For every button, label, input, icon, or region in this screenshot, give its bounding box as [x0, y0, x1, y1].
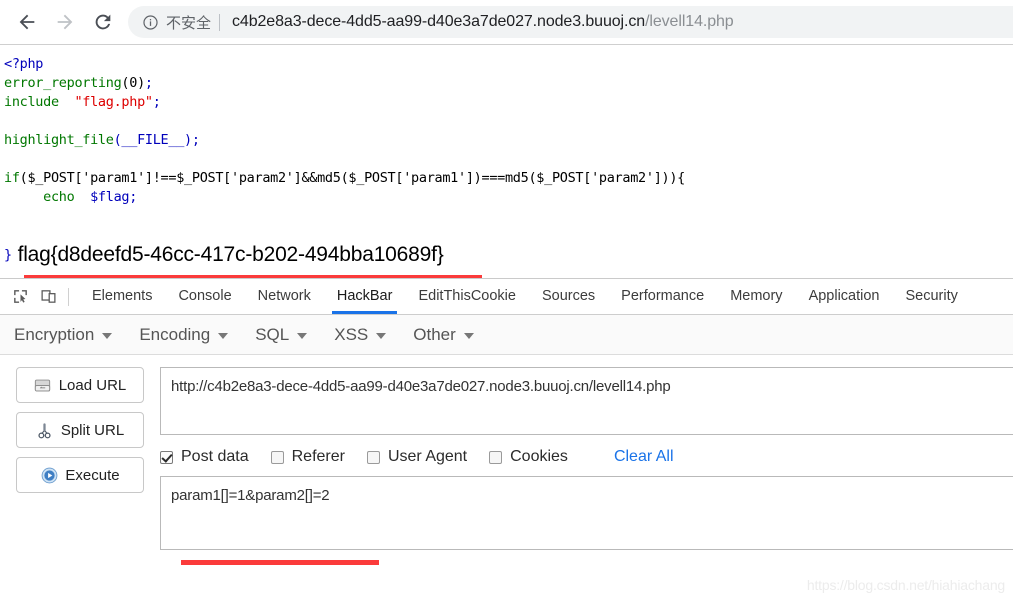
execute-button[interactable]: Execute [16, 457, 144, 493]
php-args-error-reporting: (0) [121, 75, 145, 91]
php-str-flagphp: "flag.php" [74, 94, 153, 110]
url-host: c4b2e8a3-dece-4dd5-aa99-d40e3a7de027.nod… [232, 13, 646, 30]
cookies-label: Cookies [510, 448, 568, 465]
tab-elements[interactable]: Elements [79, 279, 165, 314]
split-url-label: Split URL [60, 421, 125, 439]
url-path: /levell14.php [645, 13, 734, 30]
split-url-button[interactable]: Split URL [16, 412, 144, 448]
user-agent-checkbox[interactable] [366, 450, 380, 464]
menu-xss-label: XSS [334, 324, 369, 344]
post-data-input[interactable] [160, 476, 1013, 550]
flag-output-line: } flag{d8deefd5-46cc-417c-b202-494bba106… [4, 243, 444, 267]
hackbar-menubar: Encryption Encoding SQL XSS Other [0, 315, 1013, 355]
hackbar-body: Load URL Split URL Execute http://c4b2e8… [0, 355, 1013, 601]
tab-console[interactable]: Console [165, 279, 244, 314]
php-kw-echo: echo [43, 189, 75, 205]
php-kw-include: include [4, 94, 59, 110]
cookies-checkbox[interactable] [489, 450, 503, 464]
chevron-down-icon [218, 333, 229, 339]
menu-encryption[interactable]: Encryption [14, 324, 113, 345]
execute-label: Execute [65, 466, 120, 484]
php-semi-2: ; [152, 94, 161, 110]
php-semi-1: ; [144, 75, 153, 91]
reload-button[interactable] [84, 3, 122, 41]
chevron-down-icon [463, 333, 474, 339]
php-kw-if: if [4, 170, 20, 186]
php-semi-4: ; [129, 189, 138, 205]
php-semi-3: ; [191, 132, 200, 148]
toggle-device-toolbar-button[interactable] [34, 283, 62, 311]
tab-performance[interactable]: Performance [608, 279, 717, 314]
chevron-down-icon [376, 333, 387, 339]
inspect-element-button[interactable] [6, 283, 34, 311]
device-toolbar-icon [40, 290, 56, 303]
menu-xss[interactable]: XSS [334, 324, 387, 345]
omnibox-divider [219, 13, 221, 31]
post-data-checkbox[interactable] [160, 450, 173, 464]
play-icon [40, 466, 58, 484]
flag-value: flag{d8deefd5-46cc-417c-b202-494bba10689… [17, 243, 444, 266]
reload-icon [95, 14, 111, 30]
menu-other[interactable]: Other [413, 325, 474, 345]
php-close-brace: } [4, 247, 12, 263]
clear-all-link[interactable]: Clear All [614, 448, 674, 466]
address-bar-url: c4b2e8a3-dece-4dd5-aa99-d40e3a7de027.nod… [232, 13, 734, 31]
url-input[interactable] [160, 367, 1013, 435]
hackbar-options-row: Post data Referer User Agent Cookies Cle… [160, 448, 1013, 466]
info-circle-icon[interactable] [142, 14, 159, 31]
hackbar-main-row: Load URL Split URL Execute http://c4b2e8… [0, 367, 1013, 550]
tab-editthiscookie[interactable]: EditThisCookie [405, 279, 529, 314]
menu-encryption-label: Encryption [14, 324, 95, 344]
php-args-highlight-file: (__FILE__) [113, 132, 193, 148]
php-if-expression: ($_POST['param1']!==$_POST['param2']&&md… [19, 170, 686, 186]
back-button[interactable] [8, 3, 46, 41]
option-referer[interactable]: Referer [270, 448, 345, 466]
devtools-toolbar-divider [68, 287, 69, 306]
hackbar-action-buttons: Load URL Split URL Execute [0, 367, 160, 502]
tab-memory[interactable]: Memory [717, 279, 795, 314]
devtools-panel: Elements Console Network HackBar EditThi… [0, 278, 1013, 602]
security-status-label: 不安全 [166, 14, 212, 32]
load-url-button[interactable]: Load URL [16, 367, 144, 403]
tab-hackbar[interactable]: HackBar [324, 279, 406, 314]
tab-security[interactable]: Security [893, 279, 971, 314]
post-data-label: Post data [181, 448, 249, 465]
php-source-code: <?php error_reporting(0); include "flag.… [4, 55, 1013, 207]
back-arrow-icon [19, 14, 35, 30]
php-fn-highlight-file: highlight_file [4, 132, 114, 148]
referer-checkbox[interactable] [270, 450, 284, 464]
php-var-flag: $flag [90, 189, 130, 205]
menu-encoding-label: Encoding [139, 324, 211, 344]
chevron-down-icon [102, 333, 113, 339]
user-agent-label: User Agent [387, 448, 468, 465]
php-fn-error-reporting: error_reporting [4, 75, 122, 91]
load-url-icon [34, 376, 52, 394]
chevron-down-icon [297, 333, 308, 339]
menu-other-label: Other [413, 324, 456, 344]
tab-network[interactable]: Network [245, 279, 324, 314]
page-content-php-source: <?php error_reporting(0); include "flag.… [0, 45, 1013, 278]
hackbar-fields: Post data Referer User Agent Cookies C [160, 367, 1013, 550]
scissors-icon [36, 421, 54, 439]
post-data-red-underline-annotation [181, 560, 379, 565]
tab-application[interactable]: Application [796, 279, 893, 314]
devtools-tabbar: Elements Console Network HackBar EditThi… [0, 279, 1013, 315]
inspect-cursor-icon [13, 290, 27, 303]
referer-label: Referer [291, 448, 345, 465]
php-open-tag: <?php [4, 56, 44, 72]
forward-arrow-icon [57, 14, 73, 30]
browser-toolbar: 不安全 c4b2e8a3-dece-4dd5-aa99-d40e3a7de027… [0, 0, 1013, 45]
watermark-text: https://blog.csdn.net/hiahiachang [806, 577, 1005, 593]
load-url-label: Load URL [58, 376, 127, 394]
option-cookies[interactable]: Cookies [489, 448, 568, 466]
address-bar[interactable]: 不安全 c4b2e8a3-dece-4dd5-aa99-d40e3a7de027… [128, 6, 1013, 38]
option-post-data[interactable]: Post data [160, 448, 249, 466]
forward-button[interactable] [46, 3, 84, 41]
menu-encoding[interactable]: Encoding [139, 324, 229, 345]
menu-sql[interactable]: SQL [255, 324, 308, 345]
option-user-agent[interactable]: User Agent [366, 448, 468, 466]
tab-sources[interactable]: Sources [529, 279, 608, 314]
menu-sql-label: SQL [255, 324, 290, 344]
